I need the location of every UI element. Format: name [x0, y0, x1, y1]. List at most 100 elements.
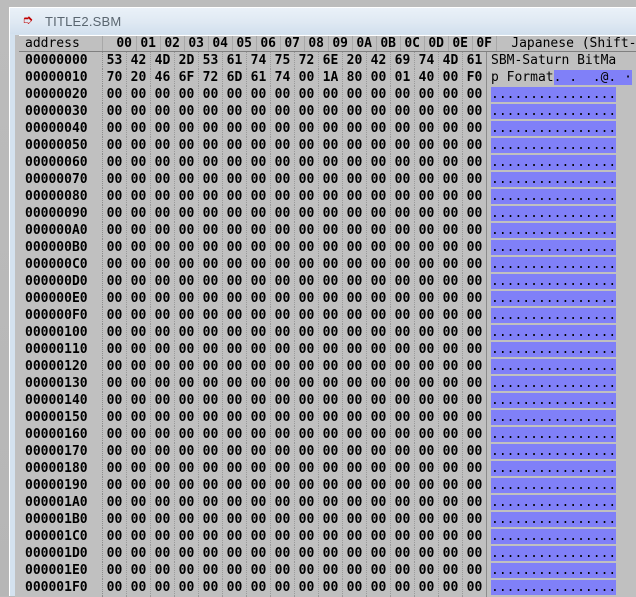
hex-byte[interactable]: 00	[199, 273, 223, 290]
hex-byte[interactable]: 00	[439, 171, 463, 188]
hex-byte[interactable]: 00	[295, 137, 319, 154]
hex-byte[interactable]: 00	[247, 460, 271, 477]
hex-byte[interactable]: 00	[343, 579, 367, 596]
hex-byte[interactable]: 00	[391, 545, 415, 562]
hex-byte[interactable]: 00	[463, 545, 487, 562]
hex-byte[interactable]: 00	[439, 375, 463, 392]
hex-byte[interactable]: 00	[127, 171, 151, 188]
hex-byte[interactable]: 00	[343, 375, 367, 392]
hex-byte[interactable]: 00	[199, 324, 223, 341]
hex-byte[interactable]: 00	[463, 171, 487, 188]
hex-byte[interactable]: 00	[391, 256, 415, 273]
hex-byte[interactable]: 6D	[223, 69, 247, 86]
hex-byte[interactable]: 00	[463, 86, 487, 103]
ascii-text[interactable]: ................	[487, 562, 617, 579]
hex-byte[interactable]: 00	[463, 562, 487, 579]
hex-byte[interactable]: 00	[367, 69, 391, 86]
hex-byte[interactable]: 00	[271, 579, 295, 596]
hex-byte[interactable]: 1A	[319, 69, 343, 86]
hex-row[interactable]: 00000010 70 20 46 6F 72 6D 61 74 00 1A 80 00 01 40 00 F0…	[19, 69, 636, 86]
hex-byte[interactable]: 00	[391, 188, 415, 205]
hex-byte[interactable]: 00	[151, 528, 175, 545]
hex-rows-container[interactable]: 00000000 53 42 4D 2D 53 61 74 75 72 6E 20 42 69 74 4D 61…	[19, 52, 636, 597]
hex-byte[interactable]: 00	[223, 409, 247, 426]
hex-byte[interactable]: 00	[127, 562, 151, 579]
hex-byte[interactable]: 00	[127, 120, 151, 137]
hex-byte[interactable]: 4D	[151, 52, 175, 69]
hex-byte[interactable]: 00	[223, 239, 247, 256]
hex-byte[interactable]: 00	[127, 545, 151, 562]
hex-byte[interactable]: 00	[175, 324, 199, 341]
hex-byte[interactable]: 00	[199, 188, 223, 205]
hex-byte[interactable]: 00	[391, 460, 415, 477]
hex-byte[interactable]: 00	[127, 341, 151, 358]
hex-byte[interactable]: 00	[319, 137, 343, 154]
hex-byte[interactable]: 00	[415, 579, 439, 596]
hex-byte[interactable]: 00	[415, 86, 439, 103]
hex-row[interactable]: 00000120 00 00 00 00 00 00 00 00 00 00 00 00 00 00 00 00…	[19, 358, 636, 375]
hex-byte[interactable]: 00	[223, 392, 247, 409]
hex-byte[interactable]: 00	[415, 239, 439, 256]
hex-byte[interactable]: 00	[295, 443, 319, 460]
hex-byte[interactable]: 00	[175, 290, 199, 307]
hex-byte[interactable]: 00	[439, 562, 463, 579]
hex-byte[interactable]: 00	[175, 188, 199, 205]
hex-byte[interactable]: 00	[439, 307, 463, 324]
ascii-text[interactable]: ................	[487, 137, 617, 154]
hex-byte[interactable]: 00	[127, 528, 151, 545]
hex-byte[interactable]: 00	[271, 120, 295, 137]
hex-byte[interactable]: 00	[151, 409, 175, 426]
hex-byte[interactable]: 00	[103, 205, 127, 222]
hex-byte[interactable]: 00	[127, 103, 151, 120]
hex-byte[interactable]: 00	[271, 511, 295, 528]
ascii-text[interactable]: ................	[487, 460, 617, 477]
hex-byte[interactable]: 00	[247, 511, 271, 528]
hex-byte[interactable]: 00	[391, 409, 415, 426]
hex-byte[interactable]: 00	[391, 222, 415, 239]
hex-byte[interactable]: 00	[367, 239, 391, 256]
hex-byte[interactable]: 00	[223, 171, 247, 188]
hex-byte[interactable]: 00	[319, 494, 343, 511]
column-header-0F[interactable]: 0F	[473, 36, 497, 51]
hex-byte[interactable]: 00	[175, 494, 199, 511]
hex-byte[interactable]: 00	[247, 103, 271, 120]
hex-byte[interactable]: 00	[247, 154, 271, 171]
hex-byte[interactable]: 00	[223, 562, 247, 579]
hex-byte[interactable]: 00	[463, 443, 487, 460]
hex-byte[interactable]: 00	[391, 307, 415, 324]
hex-byte[interactable]: 00	[175, 120, 199, 137]
hex-byte[interactable]: 00	[439, 528, 463, 545]
hex-byte[interactable]: 00	[391, 375, 415, 392]
hex-byte[interactable]: 00	[319, 86, 343, 103]
column-header-0D[interactable]: 0D	[425, 36, 449, 51]
hex-row[interactable]: 000001E0 00 00 00 00 00 00 00 00 00 00 00 00 00 00 00 00…	[19, 562, 636, 579]
ascii-text[interactable]: ................	[487, 375, 617, 392]
hex-byte[interactable]: 00	[103, 358, 127, 375]
hex-byte[interactable]: 00	[127, 86, 151, 103]
hex-row[interactable]: 00000030 00 00 00 00 00 00 00 00 00 00 00 00 00 00 00 00…	[19, 103, 636, 120]
hex-byte[interactable]: 00	[319, 324, 343, 341]
hex-byte[interactable]: 00	[223, 443, 247, 460]
hex-row[interactable]: 000000F0 00 00 00 00 00 00 00 00 00 00 00 00 00 00 00 00…	[19, 307, 636, 324]
hex-byte[interactable]: 00	[103, 392, 127, 409]
hex-byte[interactable]: 42	[367, 52, 391, 69]
hex-byte[interactable]: 00	[343, 511, 367, 528]
hex-byte[interactable]: 00	[343, 103, 367, 120]
hex-byte[interactable]: 00	[247, 171, 271, 188]
hex-byte[interactable]: 00	[103, 103, 127, 120]
hex-byte[interactable]: 00	[247, 273, 271, 290]
hex-byte[interactable]: 00	[439, 205, 463, 222]
hex-row[interactable]: 000001A0 00 00 00 00 00 00 00 00 00 00 00 00 00 00 00 00…	[19, 494, 636, 511]
hex-byte[interactable]: 00	[247, 494, 271, 511]
hex-byte[interactable]: 00	[271, 358, 295, 375]
hex-byte[interactable]: 00	[439, 341, 463, 358]
hex-byte[interactable]: 00	[223, 273, 247, 290]
hex-byte[interactable]: 00	[175, 205, 199, 222]
hex-byte[interactable]: 00	[415, 426, 439, 443]
hex-byte[interactable]: 00	[199, 205, 223, 222]
hex-byte[interactable]: 00	[295, 358, 319, 375]
hex-byte[interactable]: 00	[103, 562, 127, 579]
hex-byte[interactable]: 00	[151, 137, 175, 154]
hex-byte[interactable]: 00	[319, 188, 343, 205]
hex-byte[interactable]: 00	[367, 528, 391, 545]
